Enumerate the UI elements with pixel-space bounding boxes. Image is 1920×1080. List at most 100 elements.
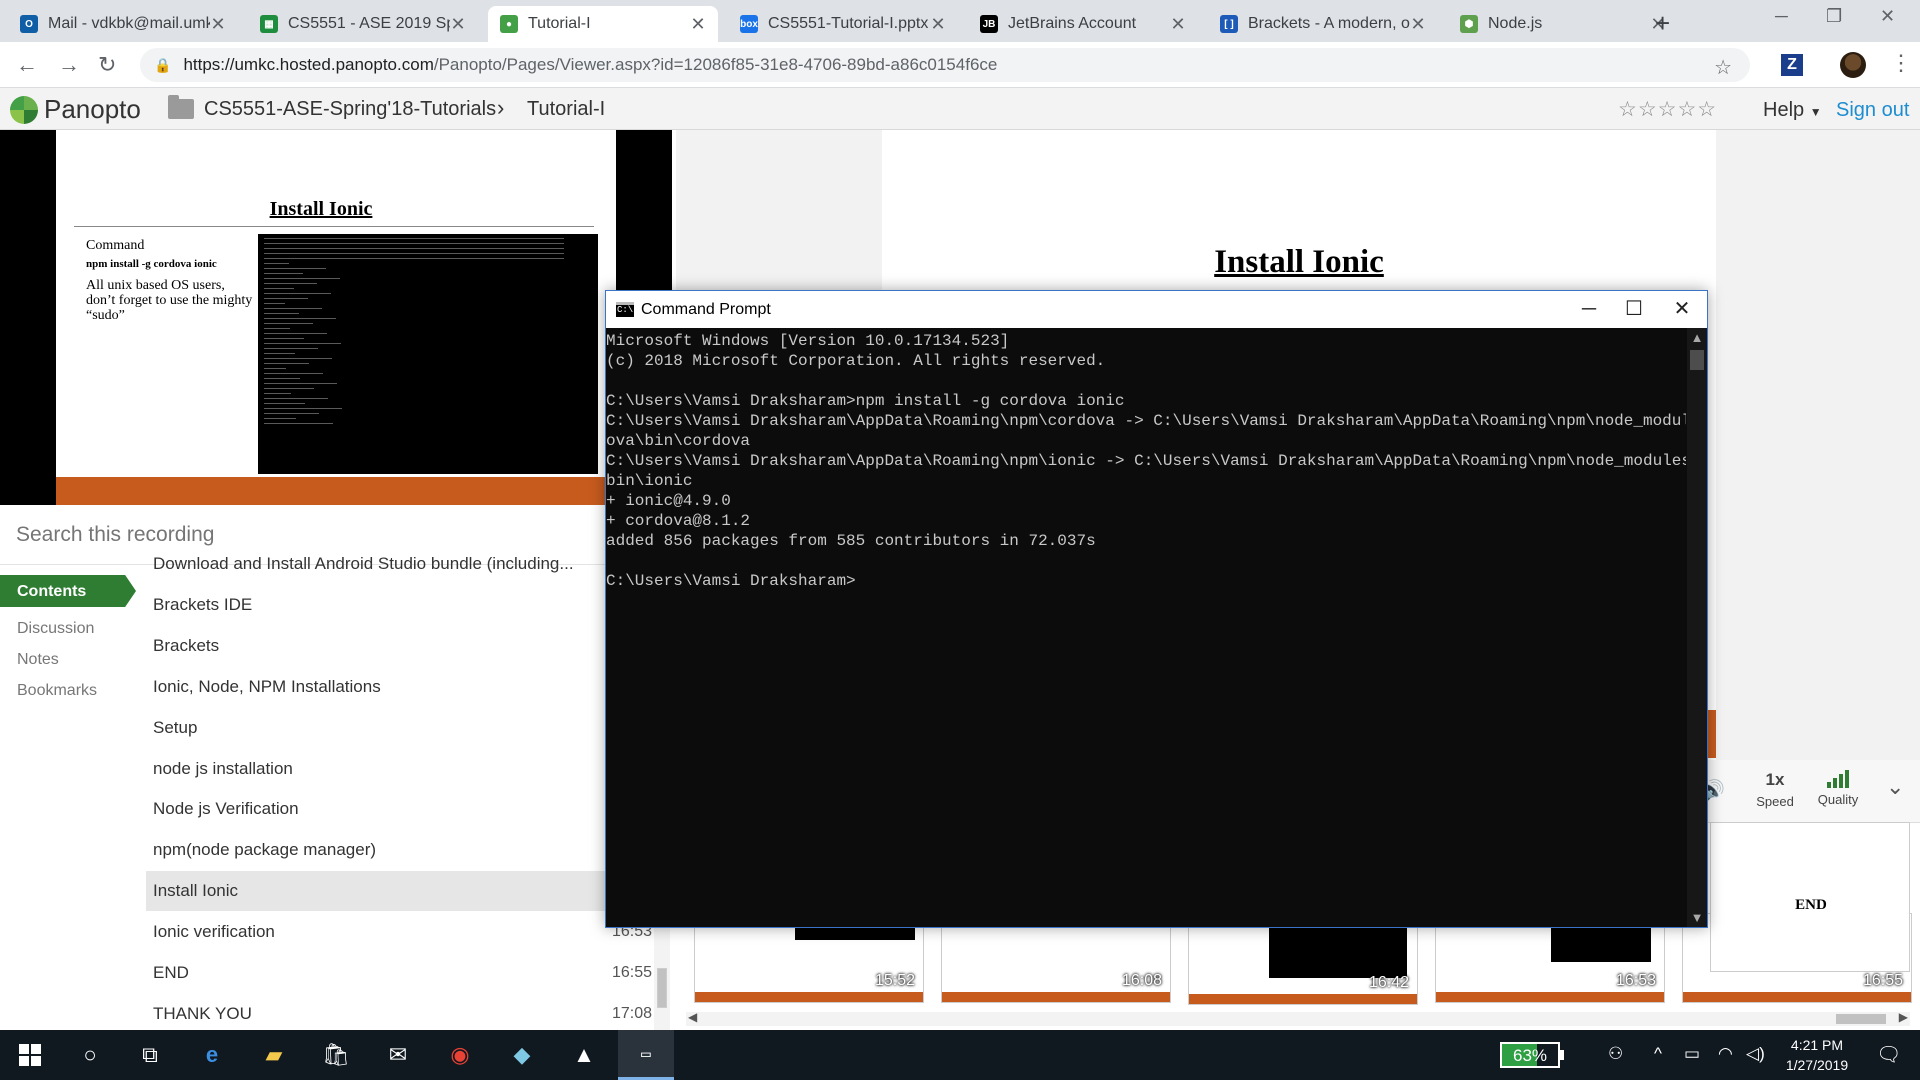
close-window-button[interactable]: ✕: [1880, 6, 1895, 27]
cmd-line: (c) 2018 Microsoft Corporation. All righ…: [606, 352, 1106, 370]
browser-tab[interactable]: ⬢ Node.js ✕: [1448, 6, 1678, 42]
battery-indicator[interactable]: 63%: [1500, 1042, 1564, 1068]
cmd-taskbar-icon[interactable]: ▭: [618, 1030, 674, 1080]
tab-notes[interactable]: Notes: [17, 651, 59, 669]
start-button[interactable]: [2, 1030, 58, 1080]
help-menu[interactable]: Help ▼: [1763, 99, 1822, 122]
tab-contents[interactable]: Contents: [0, 575, 136, 607]
url-path: /Panopto/Pages/Viewer.aspx?id=12086f85-3…: [433, 55, 998, 74]
tab-close-icon[interactable]: ✕: [1410, 14, 1426, 35]
rating-stars[interactable]: ☆☆☆☆☆: [1618, 97, 1717, 122]
contents-item[interactable]: Install Ionic: [146, 871, 652, 912]
contents-scrollbar-thumb[interactable]: [657, 968, 667, 1008]
bookmark-star-icon[interactable]: ☆: [1714, 55, 1732, 80]
scroll-up-icon[interactable]: ▲: [1687, 330, 1707, 345]
browser-tab[interactable]: JB JetBrains Account ✕: [968, 6, 1198, 42]
chrome-icon[interactable]: ◉: [432, 1030, 488, 1080]
browser-tab[interactable]: [ ] Brackets - A modern, o ✕: [1208, 6, 1438, 42]
clock-time: 4:21 PM: [1790, 1037, 1844, 1053]
contents-item-label: Node js Verification: [153, 799, 299, 819]
terminal-text-line: [264, 408, 342, 409]
contents-item[interactable]: node js installation: [146, 749, 652, 789]
tab-favicon-icon: JB: [980, 15, 998, 33]
store-icon[interactable]: 🛍: [308, 1030, 364, 1080]
tab-bookmarks[interactable]: Bookmarks: [17, 682, 97, 700]
contents-item[interactable]: THANK YOU 17:08: [146, 994, 652, 1030]
forward-icon[interactable]: →: [58, 52, 80, 78]
mail-icon[interactable]: ✉: [370, 1030, 426, 1080]
slide-thumbnail[interactable]: 16:42: [1188, 915, 1418, 1005]
scroll-right-icon[interactable]: ▶: [1899, 1010, 1908, 1024]
restore-window-button[interactable]: ❐: [1826, 6, 1842, 27]
show-hidden-icons-icon[interactable]: ^: [1654, 1044, 1662, 1064]
contents-item[interactable]: Ionic, Node, NPM Installations: [146, 667, 652, 707]
system-clock[interactable]: 4:21 PM 1/27/2019: [1772, 1035, 1862, 1075]
zotero-extension-icon[interactable]: Z: [1781, 54, 1803, 76]
tab-discussion[interactable]: Discussion: [17, 620, 94, 638]
action-center-icon[interactable]: 🗨: [1876, 1042, 1901, 1067]
cmd-titlebar[interactable]: C:\ Command Prompt ─ ☐ ✕: [606, 291, 1707, 328]
contents-item[interactable]: Brackets: [146, 626, 652, 666]
thumbnail-scrollbar[interactable]: ◀ ▶: [686, 1010, 1910, 1026]
panopto-logo[interactable]: Panopto: [10, 94, 141, 125]
chevron-down-icon[interactable]: ⌄: [1886, 774, 1904, 800]
contents-item[interactable]: Setup: [146, 708, 652, 748]
cmd-close-button[interactable]: ✕: [1654, 294, 1710, 324]
quality-button[interactable]: Quality: [1810, 768, 1866, 807]
scroll-down-icon[interactable]: ▼: [1687, 910, 1707, 925]
thumbnail-footer-bar: [1683, 992, 1911, 1002]
scroll-left-icon[interactable]: ◀: [688, 1010, 697, 1024]
back-icon[interactable]: ←: [16, 52, 38, 78]
tab-favicon-icon: [ ]: [1220, 15, 1238, 33]
search-recording-input[interactable]: [16, 523, 576, 547]
sign-out-link[interactable]: Sign out: [1836, 99, 1909, 122]
tab-close-icon[interactable]: ✕: [450, 14, 466, 35]
thumbnail-scrollbar-thumb[interactable]: [1836, 1014, 1886, 1024]
tab-close-icon[interactable]: ✕: [930, 14, 946, 35]
tab-close-icon[interactable]: ✕: [1170, 14, 1186, 35]
app-icon[interactable]: ◆: [494, 1030, 550, 1080]
contents-item[interactable]: Node js Verification: [146, 789, 652, 829]
end-card-preview[interactable]: END: [1710, 822, 1910, 972]
thumbnail-time: 16:53: [1615, 972, 1656, 989]
tab-title: Brackets - A modern, o: [1248, 15, 1410, 32]
terminal-text-line: [264, 308, 322, 309]
cortana-search-icon[interactable]: ○: [62, 1030, 118, 1080]
primary-video[interactable]: Install Ionic Command npm install -g cor…: [0, 130, 672, 505]
contents-list: Download and Install Android Studio bund…: [146, 553, 652, 1030]
browser-tab[interactable]: ▦ CS5551 - ASE 2019 Spr ✕: [248, 6, 478, 42]
wifi-icon[interactable]: ◠: [1718, 1044, 1733, 1064]
contents-item[interactable]: END 16:55: [146, 953, 652, 993]
breadcrumb-folder[interactable]: CS5551-ASE-Spring'18-Tutorials: [204, 98, 496, 121]
terminal-text-line: [264, 398, 328, 399]
contents-item[interactable]: Download and Install Android Studio bund…: [146, 553, 652, 584]
terminal-text-line: [264, 243, 564, 244]
battery-tray-icon[interactable]: ▭: [1684, 1044, 1700, 1064]
browser-menu-icon[interactable]: ⋮: [1890, 50, 1912, 76]
edge-browser-icon[interactable]: e: [184, 1030, 240, 1080]
contents-item[interactable]: Brackets IDE: [146, 585, 652, 625]
browser-tab[interactable]: ● Tutorial-I ✕: [488, 6, 718, 42]
speed-button[interactable]: 1x Speed: [1750, 770, 1800, 809]
cmd-scrollbar[interactable]: ▲ ▼: [1687, 328, 1707, 927]
task-view-icon[interactable]: ⧉: [122, 1030, 178, 1080]
new-tab-button[interactable]: +: [1655, 8, 1670, 39]
contents-item[interactable]: Ionic verification 16:53: [146, 912, 652, 952]
browser-tab[interactable]: O Mail - vdkbk@mail.umk ✕: [8, 6, 238, 42]
people-icon[interactable]: ⚇: [1608, 1044, 1623, 1064]
file-explorer-icon[interactable]: ▰: [246, 1030, 302, 1080]
browser-tab[interactable]: box CS5551-Tutorial-I.pptx ✕: [728, 6, 958, 42]
address-bar[interactable]: 🔒 https://umkc.hosted.panopto.com/Panopt…: [140, 48, 1750, 82]
profile-avatar[interactable]: [1840, 52, 1866, 78]
speaker-icon[interactable]: ◁): [1746, 1044, 1765, 1064]
command-prompt-window[interactable]: C:\ Command Prompt ─ ☐ ✕ Microsoft Windo…: [605, 290, 1708, 928]
contents-item[interactable]: npm(node package manager): [146, 830, 652, 870]
minimize-window-button[interactable]: ─: [1775, 6, 1788, 27]
cmd-output[interactable]: Microsoft Windows [Version 10.0.17134.52…: [606, 328, 1686, 927]
tab-close-icon[interactable]: ✕: [210, 14, 226, 35]
cmd-scrollbar-thumb[interactable]: [1690, 350, 1704, 370]
reload-icon[interactable]: ↻: [98, 52, 116, 78]
side-tabs: Contents Discussion Notes Bookmarks: [0, 565, 140, 1030]
tab-close-icon[interactable]: ✕: [690, 14, 706, 35]
photos-icon[interactable]: ▲: [556, 1030, 612, 1080]
